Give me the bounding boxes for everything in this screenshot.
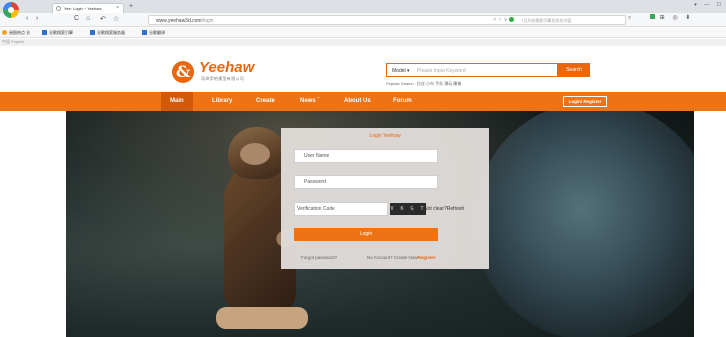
tab-favicon-icon xyxy=(56,6,61,11)
popular-search[interactable]: Popular Search : 拉丝 小鸟 手办 潮玩 雕像 xyxy=(386,81,461,87)
window-controls[interactable]: ▾ — ☐ xyxy=(694,2,724,8)
language-bar[interactable]: 中国 English xyxy=(0,39,726,46)
search-box: Model ▾ xyxy=(386,63,558,77)
browser-tab[interactable]: Yee: Login ~ Yeehaw × xyxy=(52,3,124,13)
bookmark-item[interactable]: 谷歌搜索引擎 xyxy=(42,30,73,36)
register-link[interactable]: Register xyxy=(418,255,436,260)
url-action-icons[interactable]: ⚡ ☆ ∨ xyxy=(493,17,516,23)
search-suggestion[interactable]: 7日开启搜索引擎及优先内容 xyxy=(521,18,571,24)
home-icon[interactable]: ⌂ xyxy=(86,15,90,22)
nav-main[interactable]: Main xyxy=(161,92,193,111)
login-panel: Login Yeehaw V K G T Not clear?Refresh L… xyxy=(281,128,489,269)
login-button[interactable]: Login xyxy=(294,228,438,241)
nav-about-us[interactable]: About Us xyxy=(344,98,371,104)
url-field[interactable]: www.yeehaw3d.com/login ⚡ ☆ ∨ 7日开启搜索引擎及优先… xyxy=(148,15,626,25)
figure-feet xyxy=(216,307,308,329)
toolbar-icons[interactable]: ⊞ ◎ ⬇ xyxy=(650,14,693,21)
nav-library[interactable]: Library xyxy=(212,98,232,104)
search-button[interactable]: Search xyxy=(558,63,590,77)
no-account-text: No Account? Create NowRegister xyxy=(367,255,436,260)
bookmark-icon xyxy=(42,30,47,36)
search-input[interactable] xyxy=(417,65,555,76)
login-register-button[interactable]: Login/ Register xyxy=(563,96,607,107)
tab-title: Yee: Login ~ Yeehaw xyxy=(64,6,102,11)
captcha-refresh-link[interactable]: Not clear?Refresh xyxy=(424,206,464,212)
bookmark-icon xyxy=(90,30,95,36)
forgot-password-link[interactable]: Forgot password? xyxy=(301,255,337,260)
bookmark-star-icon[interactable]: ☆ xyxy=(113,15,119,23)
nav-create[interactable]: Create xyxy=(256,98,275,104)
url-text: www.yeehaw3d.com/login xyxy=(156,18,214,24)
bookmark-icon xyxy=(142,30,147,36)
new-tab-icon[interactable]: + xyxy=(129,3,133,10)
tab-strip: Yee: Login ~ Yeehaw × + ▾ — ☐ xyxy=(0,0,726,18)
browser-logo-icon[interactable] xyxy=(3,2,19,18)
undo-icon[interactable]: ↶ xyxy=(100,15,106,23)
bookmark-item[interactable]: 阅图热点 谷 xyxy=(2,30,30,36)
nav-news[interactable]: News ˇ xyxy=(300,98,319,104)
password-field[interactable] xyxy=(294,175,438,189)
logo-icon[interactable]: & xyxy=(172,61,194,83)
nav-forum[interactable]: Forum xyxy=(393,98,412,104)
tab-close-icon[interactable]: × xyxy=(116,5,119,11)
extension-icon[interactable] xyxy=(650,14,655,19)
username-field[interactable] xyxy=(294,149,438,163)
search-engine-icon[interactable] xyxy=(509,17,515,23)
bookmark-item[interactable]: 谷歌搜索服务器 xyxy=(90,30,125,36)
login-title: Login Yeehaw xyxy=(369,133,401,139)
bookmark-icon xyxy=(2,30,7,36)
verification-code-field[interactable] xyxy=(294,202,388,216)
address-bar: ‹ › C ⌂ ↶ ☆ www.yeehaw3d.com/login ⚡ ☆ ∨… xyxy=(0,13,726,27)
main-nav: Main Library Create News ˇ About Us Foru… xyxy=(0,92,726,111)
back-icon[interactable]: ‹ xyxy=(26,15,28,22)
browser-window: Yee: Login ~ Yeehaw × + ▾ — ☐ ‹ › C ⌂ ↶ … xyxy=(0,0,726,337)
refresh-icon[interactable]: C xyxy=(74,15,79,22)
bookmark-item[interactable]: 谷歌翻译 xyxy=(142,30,165,36)
bookmarks-bar: 阅图热点 谷 谷歌搜索引擎 谷歌搜索服务器 谷歌翻译 xyxy=(0,28,726,38)
search-category-select[interactable]: Model ▾ xyxy=(392,68,410,74)
logo-subtitle: 深圳伊哈模型有限公司 xyxy=(201,76,244,81)
site-header: & Yeehaw 深圳伊哈模型有限公司 Model ▾ Search Popul… xyxy=(0,46,726,92)
forward-icon[interactable]: › xyxy=(36,15,38,22)
figure-face xyxy=(240,143,270,165)
captcha-image[interactable]: V K G T xyxy=(390,203,426,215)
logo-text[interactable]: Yeehaw xyxy=(199,59,254,76)
chevron-down-icon: ˇ xyxy=(317,98,320,104)
search-icon[interactable]: ⌕ xyxy=(628,15,631,22)
